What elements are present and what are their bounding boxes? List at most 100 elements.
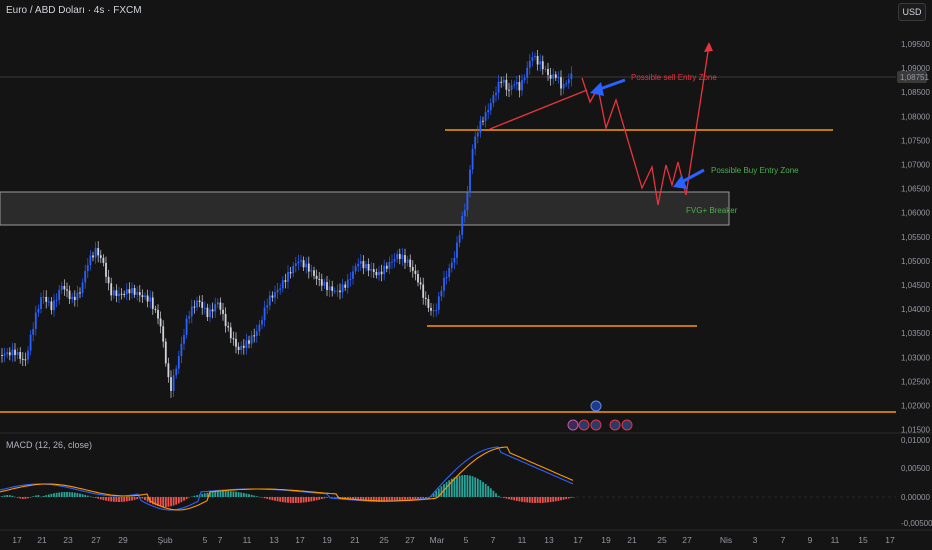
candle-body — [300, 260, 302, 262]
candle-body — [492, 95, 495, 104]
macd-histogram-bar — [484, 483, 487, 497]
macd-histogram-bar — [560, 497, 562, 501]
macd-histogram-bar — [510, 497, 513, 500]
macd-line — [0, 446, 574, 511]
macd-histogram-bar — [84, 494, 87, 497]
trendline[interactable] — [489, 89, 588, 130]
macd-histogram-bar — [58, 492, 61, 497]
candle-body — [188, 316, 191, 319]
price-tick-label: 1,04500 — [901, 281, 930, 290]
macd-histogram-bar — [60, 492, 63, 497]
candle-body — [313, 270, 315, 276]
candle-body — [32, 328, 35, 335]
price-projection-path[interactable] — [581, 44, 710, 206]
candle-body — [71, 296, 74, 300]
candle-body — [367, 263, 370, 271]
candle-body — [29, 334, 32, 351]
candle-body — [198, 300, 201, 303]
info-icon[interactable] — [590, 400, 602, 412]
flag-icon[interactable] — [590, 419, 602, 431]
candle-body — [21, 358, 24, 360]
chart-canvas[interactable]: Possible sell Entry Zone Possible Buy En… — [0, 0, 932, 550]
candle-body — [120, 293, 123, 295]
candle-body — [112, 290, 115, 296]
macd-histogram-bar — [476, 478, 479, 497]
macd-histogram-bar — [68, 492, 71, 497]
macd-histogram-bar — [229, 491, 232, 497]
candle-body — [500, 81, 503, 83]
candle-body — [258, 324, 261, 332]
price-tick-label: 1,05500 — [901, 233, 930, 242]
macd-histogram-bar — [495, 493, 497, 497]
candle-body — [565, 83, 568, 85]
candle-body — [250, 335, 253, 344]
macd-histogram-bar — [128, 497, 131, 501]
time-tick-label: 21 — [37, 535, 47, 545]
macd-histogram-bar — [274, 497, 276, 501]
macd-histogram-bar — [185, 497, 188, 500]
macd-histogram-bar — [313, 497, 315, 501]
candle-body — [476, 132, 479, 137]
macd-histogram-bar — [214, 491, 217, 497]
macd-axis[interactable]: 0,01000 0,00500 0,00000 -0,00500 — [901, 436, 932, 528]
macd-histogram-bar — [534, 497, 536, 503]
time-tick-label: 21 — [350, 535, 360, 545]
flash-icon[interactable] — [567, 419, 579, 431]
macd-histogram-bar — [167, 497, 170, 507]
time-tick-label: 19 — [601, 535, 611, 545]
macd-histogram-bar — [570, 497, 573, 498]
macd-histogram-bar — [29, 497, 32, 498]
price-axis[interactable]: 1,09500 1,09000 1,08500 1,08000 1,07500 1,070… — [901, 40, 930, 435]
macd-histogram-bar — [222, 491, 224, 497]
candle-body — [344, 284, 347, 288]
candle-body — [263, 307, 266, 321]
macd-histogram-bar — [97, 497, 100, 499]
candle-body — [268, 295, 271, 306]
candle-body — [227, 326, 230, 328]
macd-histogram-bar — [172, 497, 175, 506]
flag-icon[interactable] — [609, 419, 621, 431]
candle-body — [427, 298, 430, 308]
event-icons — [567, 400, 633, 431]
candle-body — [518, 82, 521, 91]
macd-histogram-bar — [521, 497, 523, 502]
time-axis[interactable]: 17 21 23 27 29 Şub 5 7 11 13 17 19 21 25 27 Mar 5 7 11 13 17… — [12, 535, 895, 545]
macd-histogram-bar — [45, 495, 48, 497]
macd-indicator-label[interactable]: MACD (12, 26, close) — [6, 440, 92, 450]
macd-histogram-bar — [482, 481, 484, 497]
fvg-breaker-zone[interactable] — [0, 191, 730, 226]
macd-histogram-bar — [539, 497, 542, 503]
macd-histogram-bar — [523, 497, 526, 503]
candle-body — [401, 255, 404, 259]
candle-body — [437, 296, 440, 310]
candle-body — [487, 110, 490, 113]
candle-body — [68, 290, 71, 300]
candle-body — [484, 112, 487, 122]
macd-histogram-bar — [164, 497, 167, 507]
macd-histogram-bar — [99, 497, 102, 500]
macd-histogram-bar — [53, 493, 55, 497]
flag-icon[interactable] — [578, 419, 590, 431]
macd-histogram-bar — [440, 486, 443, 497]
candle-body — [339, 290, 341, 293]
candle-body — [409, 259, 412, 268]
candle-body — [562, 83, 565, 89]
candle-body — [521, 79, 523, 91]
macd-histogram-bar — [463, 475, 466, 497]
candle-body — [89, 255, 92, 266]
candle-body — [118, 293, 120, 296]
macd-histogram-bar — [73, 492, 76, 497]
flag-icon[interactable] — [621, 419, 633, 431]
macd-histogram-bar — [435, 490, 438, 497]
macd-histogram-bar — [331, 497, 334, 498]
macd-histogram-bar — [557, 497, 560, 501]
time-tick-label: 25 — [379, 535, 389, 545]
candle-body — [97, 248, 100, 256]
macd-histogram-bar — [180, 497, 183, 503]
candle-body — [164, 341, 167, 364]
macd-histogram-bar — [448, 480, 451, 497]
candle-body — [281, 280, 284, 289]
time-tick-label: 13 — [544, 535, 554, 545]
candle-body — [526, 67, 529, 78]
candle-body — [248, 340, 250, 344]
